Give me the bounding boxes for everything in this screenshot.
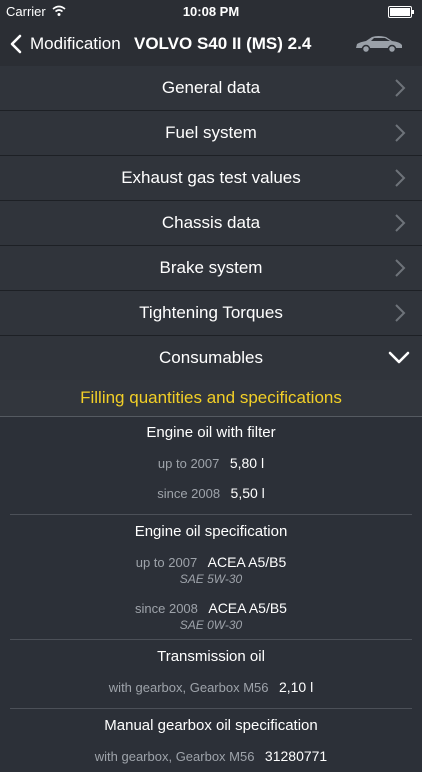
clock: 10:08 PM — [182, 4, 240, 19]
menu-item-consumables[interactable]: Consumables — [0, 336, 422, 381]
gearbox-oil-spec-group: Manual gearbox oil specification with ge… — [10, 709, 412, 771]
menu-item-tightening-torques[interactable]: Tightening Torques — [0, 291, 422, 336]
spec-row: since 2008 5,50 l — [10, 478, 412, 508]
chevron-right-icon — [395, 169, 406, 187]
spec-condition: up to 2007 — [135, 555, 198, 570]
menu-item-label: Chassis data — [161, 213, 261, 232]
spec-condition: with gearbox, Gearbox M56 — [94, 749, 255, 764]
group-title: Engine oil specification — [134, 523, 288, 540]
oil-spec-group: Engine oil specification up to 2007 ACEA… — [10, 515, 412, 640]
menu-item-label: Fuel system — [165, 123, 257, 142]
status-bar: Carrier 10:08 PM — [0, 0, 422, 22]
spec-row: with gearbox, Gearbox M56 31280771 — [10, 741, 412, 771]
menu-item-chassis-data[interactable]: Chassis data — [0, 201, 422, 246]
menu-item-brake-system[interactable]: Brake system — [0, 246, 422, 291]
navigation-bar: Modification VOLVO S40 II (MS) 2.4 — [0, 22, 422, 66]
spec-condition: with gearbox, Gearbox M56 — [108, 680, 269, 695]
specs-content: Engine oil with filter up to 2007 5,80 l… — [0, 416, 422, 771]
group-title: Transmission oil — [157, 648, 265, 665]
group-title: Manual gearbox oil specification — [104, 717, 318, 734]
menu-item-label: General data — [161, 78, 261, 97]
engine-oil-group: Engine oil with filter up to 2007 5,80 l… — [10, 416, 412, 515]
group-title: Engine oil with filter — [146, 424, 276, 441]
menu-item-fuel-system[interactable]: Fuel system — [0, 111, 422, 156]
section-title: Filling quantities and specifications — [80, 388, 342, 407]
page-title: VOLVO S40 II (MS) 2.4 — [134, 34, 312, 53]
spec-note: SAE 0W-30 — [179, 618, 243, 632]
car-icon — [356, 36, 402, 54]
spec-condition: up to 2007 — [157, 456, 220, 471]
chevron-right-icon — [395, 79, 406, 97]
menu-item-general-data[interactable]: General data — [0, 66, 422, 111]
spec-value: ACEA A5/B5 — [207, 554, 287, 570]
back-button-label: Modification — [30, 34, 121, 53]
spec-value: ACEA A5/B5 — [208, 600, 287, 616]
battery-icon — [388, 6, 414, 18]
chevron-right-icon — [395, 124, 406, 142]
chevron-down-icon — [388, 351, 410, 364]
spec-value: 2,10 l — [278, 679, 314, 695]
menu-item-label: Consumables — [159, 348, 263, 367]
menu-item-label: Exhaust gas test values — [121, 168, 301, 187]
chevron-right-icon — [395, 214, 406, 232]
back-button[interactable]: Modification — [10, 22, 121, 66]
spec-value: 31280771 — [264, 748, 328, 764]
menu-item-label: Tightening Torques — [139, 303, 283, 322]
spec-value: 5,80 l — [229, 455, 265, 471]
section-header: Filling quantities and specifications — [0, 380, 422, 417]
spec-note: SAE 5W-30 — [179, 572, 243, 586]
chevron-right-icon — [395, 304, 406, 322]
menu-item-label: Brake system — [159, 258, 263, 277]
spec-row: with gearbox, Gearbox M56 2,10 l — [10, 672, 412, 702]
transmission-oil-group: Transmission oil with gearbox, Gearbox M… — [10, 640, 412, 709]
spec-value: 5,50 l — [230, 485, 265, 501]
spec-condition: since 2008 — [157, 486, 221, 501]
spec-row: up to 2007 5,80 l — [10, 448, 412, 478]
menu-item-exhaust-gas[interactable]: Exhaust gas test values — [0, 156, 422, 201]
chevron-right-icon — [395, 259, 406, 277]
category-menu: General data Fuel system Exhaust gas tes… — [0, 66, 422, 381]
spec-condition: since 2008 — [135, 601, 198, 616]
chevron-left-icon — [10, 34, 22, 54]
